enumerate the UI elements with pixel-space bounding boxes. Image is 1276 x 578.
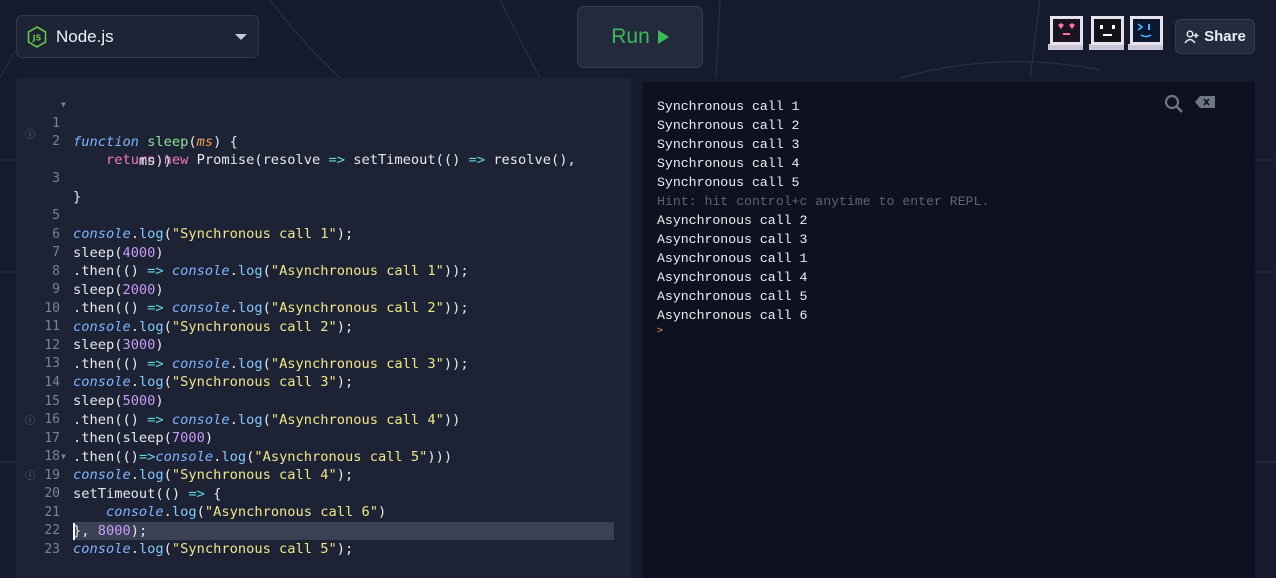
code-line: 6 sleep(4000): [16, 207, 631, 262]
code-line: 2 return new Promise(resolve => setTimeo…: [16, 114, 631, 169]
code-line: 13 console.log("Synchronous call 3");: [16, 336, 631, 391]
output-line: Asynchronous call 3: [657, 232, 808, 247]
code-line: 22 console.log("Synchronous call 5");: [16, 503, 631, 558]
code-line: 20 console.log("Asynchronous call 6"): [16, 466, 631, 521]
fold-arrow-icon[interactable]: ▼: [61, 96, 66, 115]
code-line: 19 ▼ setTimeout(() => {: [16, 448, 631, 502]
backspace-icon[interactable]: [1195, 96, 1215, 108]
console-output[interactable]: Synchronous call 1 Synchronous call 2 Sy…: [643, 82, 1255, 578]
add-user-icon: [1184, 30, 1199, 43]
code-line: 11 sleep(3000): [16, 299, 631, 354]
nodejs-icon: JS: [27, 25, 47, 48]
code-line: 9 .then(() => console.log("Asynchronous …: [16, 262, 631, 317]
line-number: 23: [44, 541, 60, 557]
code-line: ms)): [73, 152, 172, 169]
avatar-heart-eyes-icon[interactable]: [1048, 14, 1085, 52]
run-label: Run: [611, 25, 650, 48]
code-line: 18 console.log("Synchronous call 4");: [16, 429, 631, 484]
language-select[interactable]: JS Node.js: [16, 15, 259, 58]
output-line: Asynchronous call 5: [657, 289, 808, 304]
output-line: Asynchronous call 4: [657, 270, 808, 285]
language-label: Node.js: [56, 26, 114, 46]
output-line: Synchronous call 4: [657, 156, 800, 171]
output-line: Synchronous call 3: [657, 137, 800, 152]
output-line: Asynchronous call 6: [657, 308, 808, 323]
code-line: 3 }: [16, 151, 631, 206]
code-line: 21 }, 8000);: [16, 485, 631, 540]
avatar-terminal-icon[interactable]: [1128, 14, 1165, 52]
output-hint: Hint: hit control+c anytime to enter REP…: [657, 194, 990, 209]
output-line: Synchronous call 1: [657, 99, 800, 114]
code-line: 23: [16, 522, 631, 557]
output-line: Asynchronous call 1: [657, 251, 808, 266]
line-number: 3: [52, 170, 60, 186]
output-line: Asynchronous call 2: [657, 213, 808, 228]
chevron-down-icon: [235, 34, 247, 40]
repl-prompt[interactable]: >: [657, 325, 663, 336]
fold-arrow-icon[interactable]: ▼: [61, 448, 66, 467]
play-icon: [657, 30, 669, 44]
svg-text:JS: JS: [32, 33, 42, 42]
code-line: 1 ▼ function sleep(ms) {: [16, 96, 631, 150]
run-button[interactable]: Run: [577, 6, 703, 68]
code-line: 16 .then(sleep(7000): [16, 392, 631, 447]
code-line: 8 sleep(2000): [16, 244, 631, 299]
code-line: 7 .then(() => console.log("Asynchronous …: [16, 225, 631, 280]
code-editor[interactable]: 1 ▼ function sleep(ms) { 2 return new Pro…: [16, 78, 631, 578]
code-line: 12 .then(() => console.log("Asynchronous…: [16, 318, 631, 373]
code-line: 15 .then(() => console.log("Asynchronous…: [16, 374, 631, 429]
search-icon[interactable]: [1164, 94, 1184, 114]
share-label: Share: [1204, 28, 1246, 45]
code-line: 5 console.log("Synchronous call 1");: [16, 188, 631, 243]
share-button[interactable]: Share: [1175, 19, 1255, 54]
output-line: Synchronous call 5: [657, 175, 800, 190]
code-line: 10 console.log("Synchronous call 2");: [16, 281, 631, 336]
code-line: 14 sleep(5000): [16, 355, 631, 410]
avatar-neutral-icon[interactable]: [1089, 14, 1126, 52]
code-line: 17 .then(()=>console.log("Asynchronous c…: [16, 411, 631, 466]
output-line: Synchronous call 2: [657, 118, 800, 133]
